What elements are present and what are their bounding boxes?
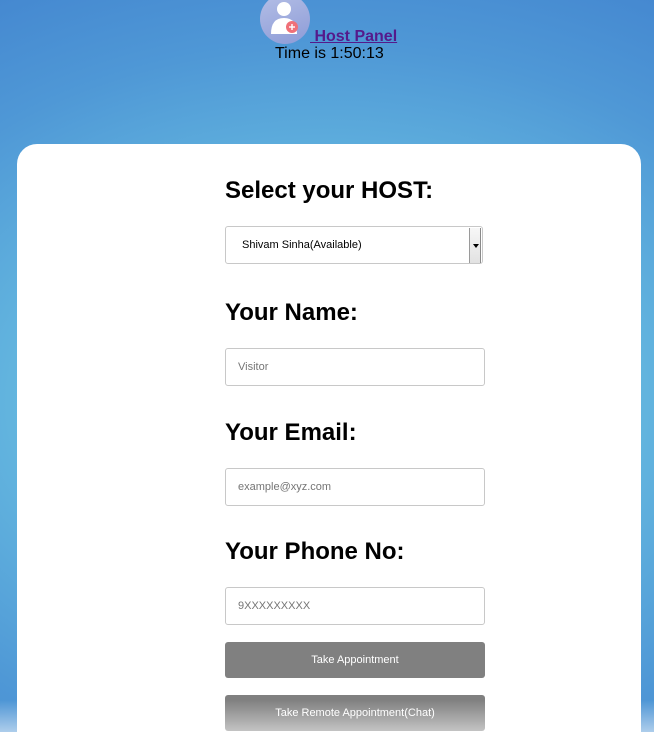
host-select[interactable]: Shivam Sinha(Available) xyxy=(225,226,483,264)
time-value: 1:50:13 xyxy=(330,45,384,62)
user-add-icon[interactable] xyxy=(260,0,310,44)
time-prefix: Time is xyxy=(275,45,331,62)
user-silhouette-icon xyxy=(271,2,298,34)
phone-label: Your Phone No: xyxy=(225,538,405,565)
phone-input[interactable] xyxy=(225,587,485,625)
chevron-down-icon[interactable] xyxy=(469,228,481,263)
take-appointment-button[interactable]: Take Appointment xyxy=(225,642,485,678)
header: Host Panel Time is 1:50:13 xyxy=(0,0,654,70)
host-label: Select your HOST: xyxy=(225,177,434,204)
name-label: Your Name: xyxy=(225,299,358,326)
take-remote-appointment-button[interactable]: Take Remote Appointment(Chat) xyxy=(225,695,485,731)
name-input[interactable] xyxy=(225,348,485,386)
email-label: Your Email: xyxy=(225,419,357,446)
email-input[interactable] xyxy=(225,468,485,506)
current-time: Time is 1:50:13 xyxy=(275,45,384,63)
appointment-form-card: Select your HOST: Shivam Sinha(Available… xyxy=(17,144,641,732)
host-panel-link[interactable]: Host Panel xyxy=(310,28,397,46)
host-select-value: Shivam Sinha(Available) xyxy=(242,239,362,251)
